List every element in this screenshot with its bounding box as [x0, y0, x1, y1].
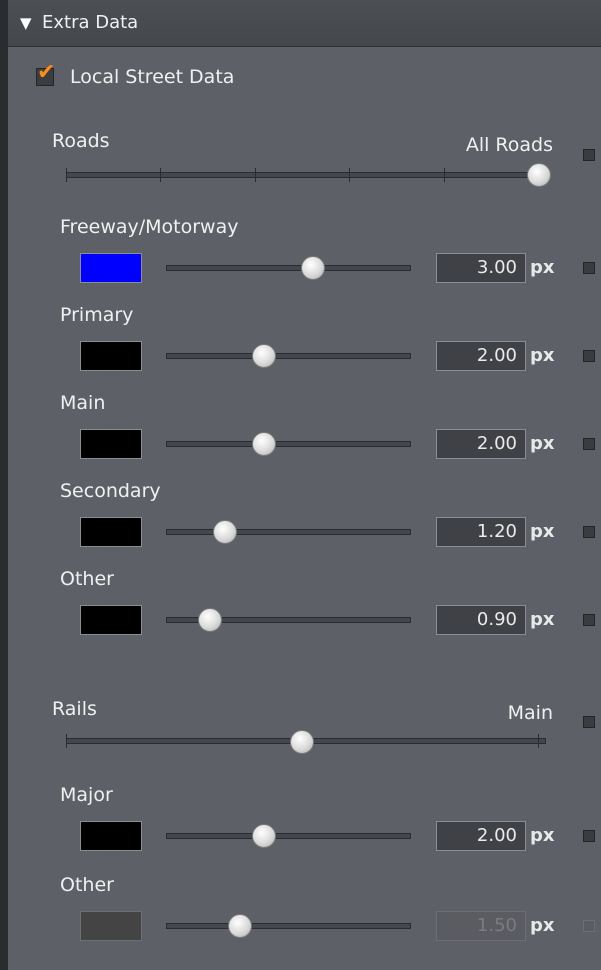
road-tier-label: Secondary	[60, 480, 161, 502]
roads-keyframe-marker[interactable]	[583, 149, 595, 161]
local-street-label: Local Street Data	[70, 66, 235, 88]
rail-tier-keyframe-marker[interactable]	[583, 920, 595, 932]
rail-tier-keyframe-marker[interactable]	[583, 830, 595, 842]
road-tier-color-swatch[interactable]	[80, 253, 142, 283]
rail-tier-label: Other	[60, 874, 114, 896]
rail-tier-color-swatch[interactable]	[80, 821, 142, 851]
road-tier-width-slider-track[interactable]	[166, 529, 411, 535]
roads-value-label: All Roads	[465, 134, 553, 156]
road-tier-width-slider-track[interactable]	[166, 353, 411, 359]
road-tier-keyframe-marker[interactable]	[583, 350, 595, 362]
section-header[interactable]: ▼ Extra Data	[8, 0, 601, 47]
roads-slider-handle[interactable]	[527, 163, 551, 187]
road-tier-label: Main	[60, 392, 106, 414]
road-tier-keyframe-marker[interactable]	[583, 262, 595, 274]
road-tier-width-slider-track[interactable]	[166, 441, 411, 447]
roads-tick	[160, 168, 161, 182]
road-tier-width-slider-handle[interactable]	[252, 344, 276, 368]
road-tier-width-input[interactable]: 2.00	[436, 341, 526, 371]
rail-tier-width-input[interactable]: 2.00	[436, 821, 526, 851]
local-street-checkbox[interactable]: ✔	[36, 60, 55, 86]
rail-tier-width-slider-handle[interactable]	[227, 914, 252, 938]
roads-tick	[66, 168, 67, 182]
window-frame	[0, 0, 8, 970]
section-title: Extra Data	[42, 12, 139, 33]
road-tier-unit-label: px	[530, 345, 555, 366]
road-tier-color-swatch[interactable]	[80, 605, 142, 635]
road-tier-width-input[interactable]: 0.90	[436, 605, 526, 635]
rails-tick	[66, 734, 67, 748]
road-tier-width-input[interactable]: 3.00	[436, 253, 526, 283]
road-tier-width-slider-handle[interactable]	[198, 608, 223, 632]
rail-tier-width-input[interactable]: 1.50	[436, 911, 526, 941]
rails-tick	[538, 734, 539, 748]
rails-slider-handle[interactable]	[290, 730, 314, 754]
road-tier-color-swatch[interactable]	[80, 517, 142, 547]
road-tier-color-swatch[interactable]	[80, 341, 142, 371]
rail-tier-width-slider-track[interactable]	[166, 833, 411, 839]
road-tier-label: Freeway/Motorway	[60, 216, 239, 238]
road-tier-unit-label: px	[530, 521, 555, 542]
extra-data-panel: ▼ Extra Data ✔ Local Street Data Roads A…	[8, 0, 601, 970]
rail-tier-unit-label: px	[530, 825, 555, 846]
road-tier-keyframe-marker[interactable]	[583, 614, 595, 626]
road-tier-width-slider-track[interactable]	[166, 265, 411, 271]
road-tier-unit-label: px	[530, 257, 555, 278]
roads-tick	[349, 168, 350, 182]
road-tier-unit-label: px	[530, 609, 555, 630]
rail-tier-label: Major	[60, 784, 113, 806]
road-tier-label: Other	[60, 568, 114, 590]
rail-tier-color-swatch[interactable]	[80, 911, 142, 941]
road-tier-color-swatch[interactable]	[80, 429, 142, 459]
roads-tick	[255, 168, 256, 182]
road-tier-unit-label: px	[530, 433, 555, 454]
rails-keyframe-marker[interactable]	[583, 716, 595, 728]
roads-slider-track[interactable]	[66, 172, 546, 178]
road-tier-width-input[interactable]: 2.00	[436, 429, 526, 459]
collapse-triangle-icon[interactable]: ▼	[20, 14, 32, 32]
rail-tier-width-slider-handle[interactable]	[252, 824, 276, 848]
road-tier-width-slider-handle[interactable]	[212, 520, 237, 544]
roads-label: Roads	[52, 130, 110, 152]
rails-value-label: Main	[507, 702, 553, 724]
road-tier-label: Primary	[60, 304, 134, 326]
rail-tier-unit-label: px	[530, 915, 555, 936]
road-tier-keyframe-marker[interactable]	[583, 438, 595, 450]
rail-tier-width-slider-track[interactable]	[166, 923, 411, 929]
roads-tick	[444, 168, 445, 182]
checkmark-icon: ✔	[37, 60, 56, 85]
road-tier-width-slider-handle[interactable]	[301, 256, 325, 280]
road-tier-width-slider-handle[interactable]	[252, 432, 276, 456]
road-tier-keyframe-marker[interactable]	[583, 526, 595, 538]
road-tier-width-input[interactable]: 1.20	[436, 517, 526, 547]
rails-label: Rails	[52, 698, 97, 720]
